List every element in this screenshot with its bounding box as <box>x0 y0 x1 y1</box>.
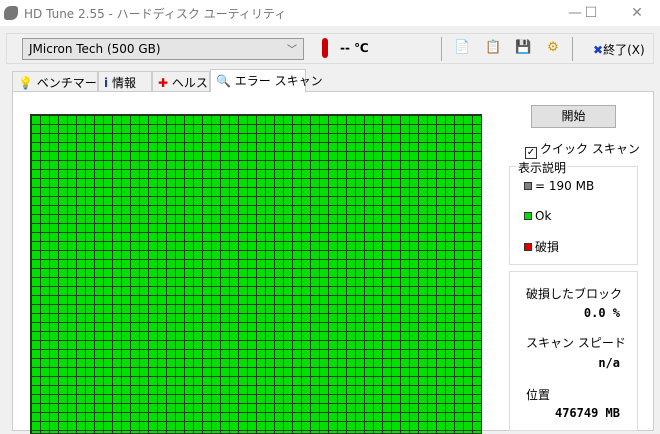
tab-label: ヘルス <box>171 76 208 90</box>
tab-benchmark[interactable]: 💡 ベンチマーク <box>12 71 109 91</box>
divider <box>441 37 442 61</box>
start-button[interactable]: 開始 <box>531 105 616 128</box>
copy-all-icon[interactable]: 📋 <box>485 40 501 56</box>
quick-scan-checkbox[interactable]: ✓ クイック スキャン <box>525 140 640 159</box>
legend-ok: Ok <box>524 209 551 223</box>
toolbar: JMicron Tech (500 GB) ﹀ -- ℃ 📄 📋 💾 ⚙ ✖終了(… <box>6 33 654 64</box>
scan-speed-label: スキャン スピード <box>526 336 626 350</box>
info-icon: i <box>104 76 109 90</box>
copy-icon[interactable]: 📄 <box>454 40 470 56</box>
green-square-icon <box>524 212 532 220</box>
tab-label: 情報 <box>111 76 136 90</box>
legend-label: = 190 MB <box>535 179 595 193</box>
legend-label: Ok <box>535 209 552 223</box>
scan-speed-value: n/a <box>598 356 620 370</box>
legend-block-size: = 190 MB <box>524 179 594 193</box>
red-square-icon <box>524 243 532 251</box>
close-button[interactable]: ✕ <box>622 2 652 24</box>
window-title: HD Tune 2.55 - ハードディスク ユーティリティ <box>24 7 287 21</box>
app-icon <box>4 6 18 20</box>
gray-square-icon <box>524 182 532 190</box>
checkbox-check-icon: ✓ <box>525 147 537 159</box>
tab-info[interactable]: i 情報 <box>98 71 152 91</box>
health-cross-icon: ✚ <box>158 76 169 90</box>
tab-error-scan[interactable]: 🔍 エラー スキャン <box>210 69 323 92</box>
exit-label: 終了(X) <box>603 43 645 57</box>
damaged-blocks-label: 破損したブロック <box>526 287 623 301</box>
quick-scan-label: クイック スキャン <box>540 142 640 156</box>
drive-label: JMicron Tech (500 GB) <box>29 42 161 56</box>
save-icon[interactable]: 💾 <box>515 40 531 56</box>
maximize-button[interactable]: ☐ <box>576 2 606 24</box>
title-bar: HD Tune 2.55 - ハードディスク ユーティリティ — ☐ ✕ <box>0 0 660 26</box>
temperature-value: -- ℃ <box>340 41 369 55</box>
position-value: 476749 MB <box>554 406 620 420</box>
chevron-down-icon: ﹀ <box>287 45 297 56</box>
divider <box>572 37 573 61</box>
legend-damaged: 破損 <box>524 238 559 255</box>
drive-select[interactable]: JMicron Tech (500 GB) ﹀ <box>22 38 304 60</box>
exit-icon: ✖ <box>593 43 604 57</box>
exit-button[interactable]: ✖終了(X) <box>593 41 645 58</box>
tab-health[interactable]: ✚ ヘルス <box>152 71 210 91</box>
legend-title: 表示説明 <box>516 159 569 176</box>
position-label: 位置 <box>526 388 551 402</box>
tab-label: エラー スキャン <box>234 74 323 88</box>
scan-block-map <box>30 114 482 434</box>
bulb-icon: 💡 <box>18 76 33 90</box>
damaged-blocks-value: 0.0 % <box>583 306 620 320</box>
options-icon[interactable]: ⚙ <box>545 40 561 56</box>
legend-label: 破損 <box>535 240 560 254</box>
thermometer-icon <box>322 38 328 58</box>
magnifier-icon: 🔍 <box>216 74 231 88</box>
